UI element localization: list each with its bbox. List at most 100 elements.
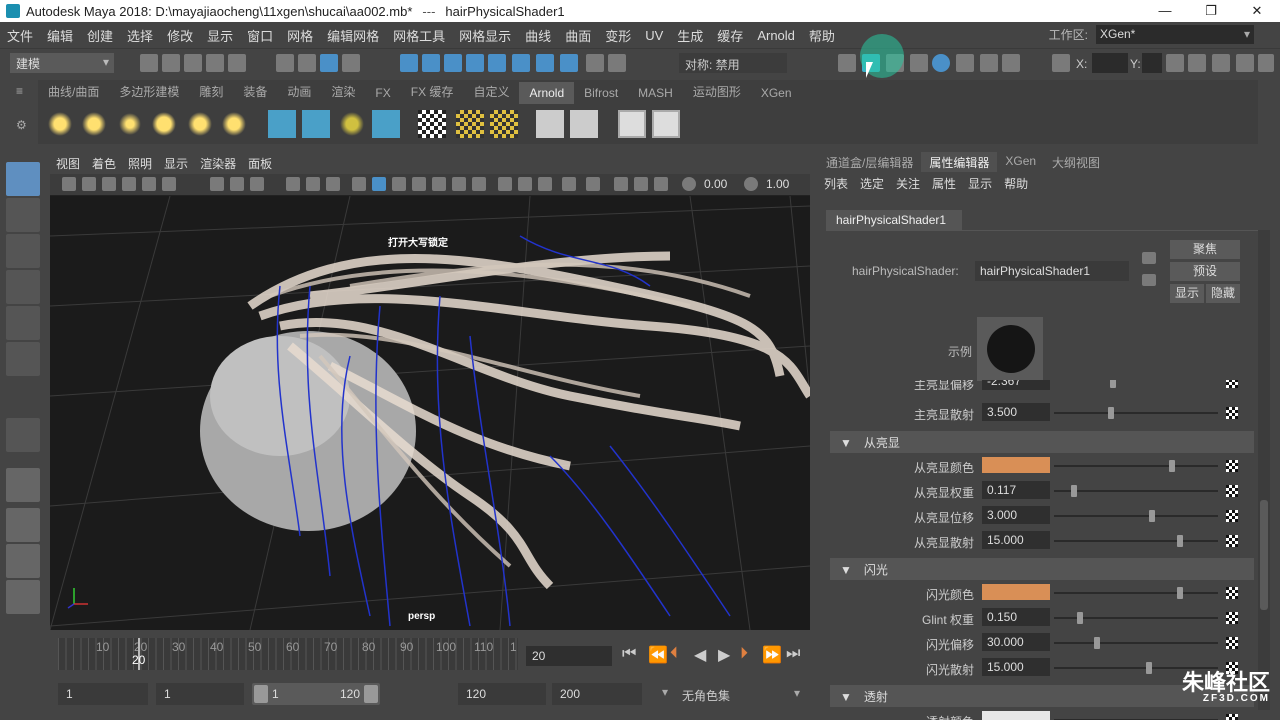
current-frame-field[interactable]: 20	[526, 646, 612, 666]
attr-value-field[interactable]: 0.117	[982, 481, 1050, 499]
flush-cache-icon[interactable]	[490, 110, 518, 138]
ae-menu-selected[interactable]: 选定	[854, 175, 890, 192]
viewport-menu-view[interactable]: 视图	[50, 155, 86, 172]
tab-channel-box[interactable]: 通道盒/层编辑器	[818, 152, 921, 172]
show-button[interactable]: 显示	[1170, 284, 1204, 303]
range-slider[interactable]: 1 120	[252, 683, 380, 705]
attr-value-field[interactable]: 15.000	[982, 531, 1050, 549]
viewport-menu-lighting[interactable]: 照明	[122, 155, 158, 172]
menu-create[interactable]: 创建	[80, 26, 120, 45]
exposure-icon[interactable]	[682, 177, 696, 191]
shelf-tab-custom[interactable]: 自定义	[463, 79, 519, 104]
shelf-tab-motion-graphics[interactable]: 运动图形	[683, 79, 751, 104]
map-button-icon[interactable]	[1226, 535, 1238, 547]
attr-value-field[interactable]: 30.000	[982, 633, 1050, 651]
attr-slider-track[interactable]	[1054, 515, 1218, 517]
attr-slider-knob[interactable]	[1110, 380, 1116, 388]
viewport-menu-shading[interactable]: 着色	[86, 155, 122, 172]
shelf-tab-arnold[interactable]: Arnold	[519, 82, 575, 104]
resolution-gate-icon[interactable]	[250, 177, 264, 191]
shelf-tab-fx-cache[interactable]: FX 缓存	[401, 79, 464, 104]
default-material-icon[interactable]	[392, 177, 406, 191]
map-button-icon[interactable]	[1226, 407, 1238, 419]
map-button-icon[interactable]	[1226, 380, 1238, 388]
attr-slider-knob[interactable]	[1177, 535, 1184, 547]
focus-button[interactable]: 聚焦	[1170, 240, 1240, 259]
map-button-icon[interactable]	[1226, 510, 1238, 522]
grid-icon[interactable]	[210, 177, 224, 191]
exposure-value[interactable]: 0.00	[704, 177, 744, 193]
gamma-icon[interactable]	[744, 177, 758, 191]
menu-generate[interactable]: 生成	[670, 26, 710, 45]
range-start-handle[interactable]	[254, 685, 268, 703]
menu-windows[interactable]: 窗口	[240, 26, 280, 45]
attr-slider-track[interactable]	[1054, 540, 1218, 542]
attr-slider-track[interactable]	[1054, 465, 1218, 467]
scale-tool-icon[interactable]	[6, 342, 40, 376]
time-slider[interactable]: 10 20 30 40 50 60 70 80 90 100 110 1 20	[58, 638, 518, 670]
menu-set-dropdown[interactable]: 建模	[10, 53, 114, 73]
menu-cache[interactable]: 缓存	[710, 26, 750, 45]
menu-edit-mesh[interactable]: 编辑网格	[320, 26, 386, 45]
attr-slider-track[interactable]	[1054, 642, 1218, 644]
go-to-start-icon[interactable]: ⏮	[622, 645, 636, 663]
select-component-icon[interactable]	[320, 54, 338, 72]
render-view-eye-icon[interactable]	[618, 110, 646, 138]
render-frame-icon[interactable]	[536, 54, 554, 72]
tx-manager-icon[interactable]	[456, 110, 484, 138]
menu-surfaces[interactable]: 曲面	[558, 26, 598, 45]
section-header[interactable]: ▼ 从亮显	[830, 431, 1254, 453]
undo-icon[interactable]	[206, 54, 224, 72]
shelf-tab-animation[interactable]: 动画	[277, 79, 321, 104]
attr-slider-knob[interactable]	[1093, 637, 1100, 649]
shelf-tab-curves[interactable]: 曲线/曲面	[38, 79, 109, 104]
safe-action-icon[interactable]	[326, 177, 340, 191]
render-sequence-icon[interactable]	[652, 110, 680, 138]
hide-button[interactable]: 隐藏	[1206, 284, 1240, 303]
menu-help[interactable]: 帮助	[802, 26, 842, 45]
pause-icon[interactable]	[1002, 54, 1020, 72]
xray-joints-icon[interactable]	[634, 177, 648, 191]
collapse-arrow-icon[interactable]: ▼	[840, 563, 852, 577]
gamma-value[interactable]: 1.00	[766, 177, 806, 193]
light-editor-icon[interactable]	[980, 54, 998, 72]
wireframe-icon[interactable]	[352, 177, 366, 191]
x-field[interactable]	[1092, 53, 1128, 73]
two-d-pan-icon[interactable]	[142, 177, 156, 191]
3d-viewport[interactable]: 打开大写锁定 persp	[50, 196, 810, 630]
y-field[interactable]	[1142, 53, 1162, 73]
hypershade-icon[interactable]	[932, 54, 950, 72]
attr-value-field[interactable]: -2.367	[982, 380, 1050, 390]
attr-slider-knob[interactable]	[1169, 460, 1176, 472]
shelf-tab-xgen[interactable]: XGen	[751, 82, 802, 104]
shader-name-field[interactable]: hairPhysicalShader1	[975, 261, 1129, 281]
modeling-toolkit-icon[interactable]	[1188, 54, 1206, 72]
single-view-layout-icon[interactable]	[6, 468, 40, 502]
collapse-arrow-icon[interactable]: ▼	[840, 436, 852, 450]
render-setup-icon[interactable]	[956, 54, 974, 72]
snap-point-icon[interactable]	[444, 54, 462, 72]
close-button[interactable]: ✕	[1234, 0, 1280, 22]
presets-button[interactable]: 预设	[1170, 262, 1240, 281]
input-connection-icon[interactable]	[1142, 252, 1156, 264]
menu-mesh-display[interactable]: 网格显示	[452, 26, 518, 45]
character-set-dropdown[interactable]: 无角色集	[676, 683, 806, 705]
menu-edit[interactable]: 编辑	[40, 26, 80, 45]
new-scene-icon[interactable]	[140, 54, 158, 72]
attr-slider-knob[interactable]	[1108, 407, 1115, 419]
attr-slider-track[interactable]	[1054, 490, 1218, 492]
shelf-tab-rigging[interactable]: 装备	[233, 79, 277, 104]
sculpt-icon[interactable]	[1166, 54, 1184, 72]
rotate-tool-icon[interactable]	[6, 306, 40, 340]
ae-menu-list[interactable]: 列表	[818, 175, 854, 192]
menu-display[interactable]: 显示	[200, 26, 240, 45]
attr-slider-knob[interactable]	[1070, 485, 1077, 497]
select-tool-icon[interactable]	[6, 162, 40, 196]
shelf-tab-bifrost[interactable]: Bifrost	[574, 82, 628, 104]
attr-color-swatch[interactable]	[982, 711, 1050, 720]
attr-slider-track[interactable]	[1054, 592, 1218, 594]
menu-arnold[interactable]: Arnold	[750, 28, 802, 43]
tab-outliner[interactable]: 大纲视图	[1044, 152, 1108, 172]
range-end-handle[interactable]	[364, 685, 378, 703]
light-portal-icon[interactable]	[220, 110, 248, 138]
